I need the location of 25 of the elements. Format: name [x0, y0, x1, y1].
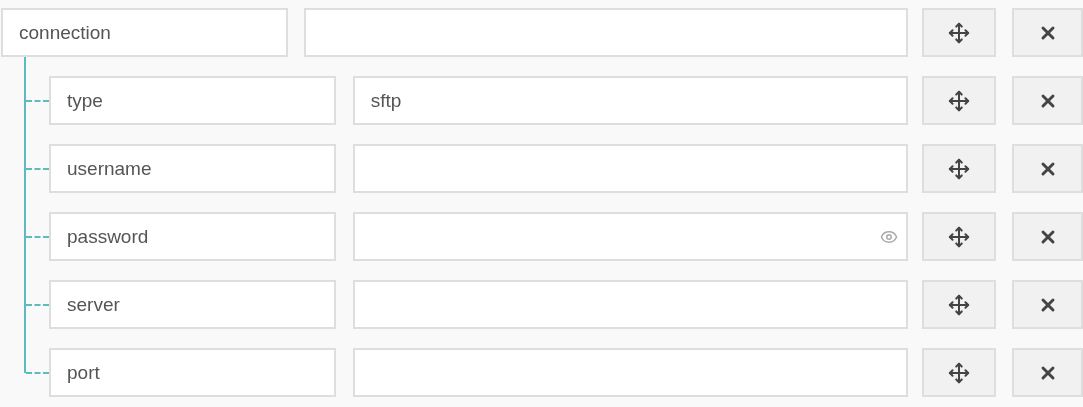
move-icon [948, 21, 970, 44]
move-icon [948, 225, 971, 248]
move-icon [948, 293, 971, 316]
move-icon [948, 157, 971, 180]
key-field[interactable]: port [49, 348, 336, 397]
key-field[interactable]: username [49, 144, 336, 193]
move-button[interactable] [922, 280, 997, 329]
key-field[interactable]: server [49, 280, 336, 329]
move-button[interactable] [922, 348, 997, 397]
delete-button[interactable] [1012, 144, 1083, 193]
delete-button[interactable] [1012, 280, 1083, 329]
key-field[interactable]: connection [1, 8, 288, 57]
delete-button[interactable] [1012, 212, 1083, 261]
move-icon [948, 361, 971, 384]
move-button[interactable] [922, 212, 997, 261]
move-button[interactable] [922, 8, 996, 57]
delete-button[interactable] [1012, 8, 1083, 57]
move-button[interactable] [922, 76, 997, 125]
key-field[interactable]: type [49, 76, 336, 125]
delete-button[interactable] [1012, 76, 1083, 125]
value-field[interactable]: sftp [354, 78, 907, 123]
move-button[interactable] [922, 144, 997, 193]
delete-button[interactable] [1012, 348, 1083, 397]
move-icon [948, 89, 971, 112]
key-field[interactable]: password [49, 212, 336, 261]
